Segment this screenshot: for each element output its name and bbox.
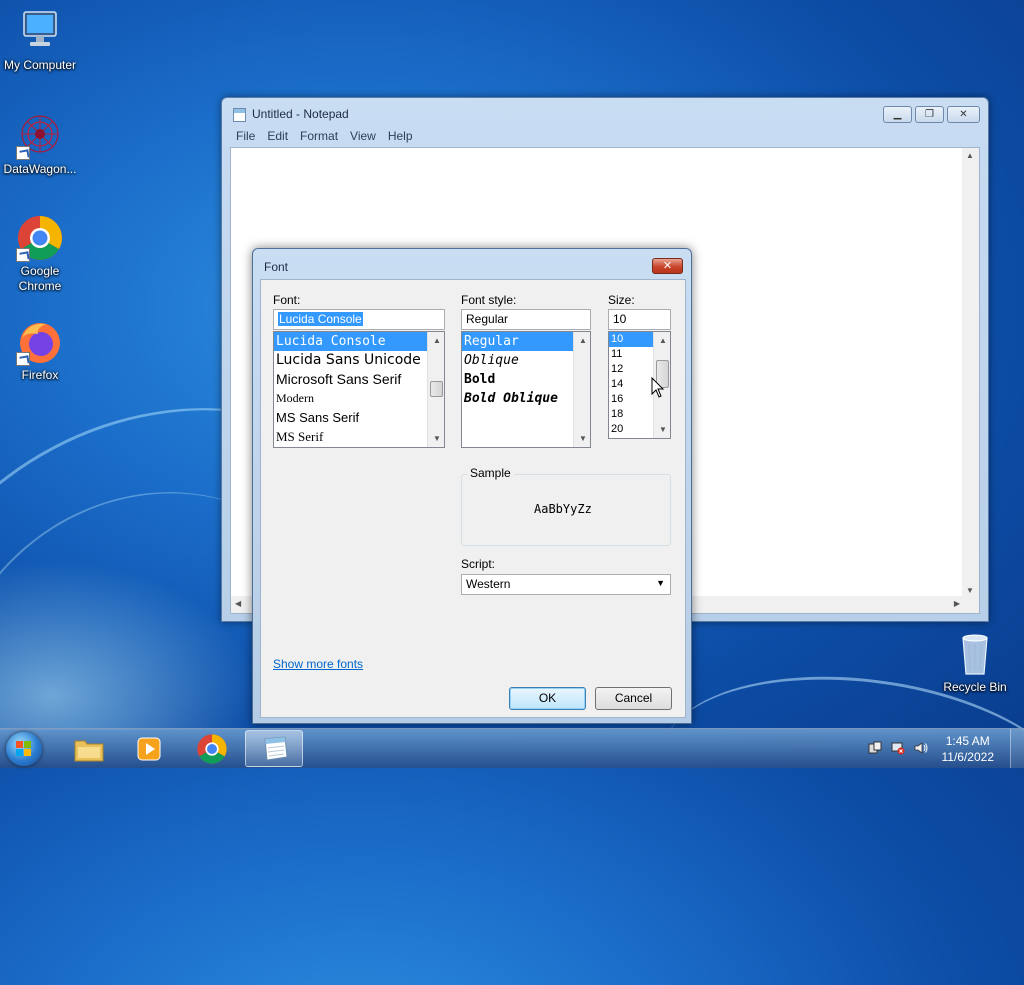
taskbar-chrome[interactable] xyxy=(182,730,240,767)
minimize-button[interactable]: ▁ xyxy=(883,106,912,123)
scroll-down-arrow-icon[interactable]: ▼ xyxy=(659,425,667,434)
font-style-label: Font style: xyxy=(461,293,517,307)
computer-icon xyxy=(16,8,64,56)
shortcut-arrow-icon xyxy=(16,248,30,262)
show-desktop-button[interactable] xyxy=(1010,729,1024,768)
style-list-item[interactable]: Bold xyxy=(462,370,590,389)
font-list-item[interactable]: Lucida Console xyxy=(274,332,444,351)
folder-icon xyxy=(74,740,104,762)
font-list-item[interactable]: MS Serif xyxy=(274,427,444,446)
chevron-down-icon: ▼ xyxy=(656,578,665,588)
scroll-down-arrow-icon[interactable]: ▼ xyxy=(433,434,441,443)
scroll-up-arrow-icon[interactable]: ▲ xyxy=(579,336,587,345)
menu-help[interactable]: Help xyxy=(382,128,419,146)
sample-label: Sample xyxy=(467,466,514,480)
scroll-up-arrow-icon[interactable]: ▲ xyxy=(433,336,441,345)
clock[interactable]: 1:45 AM 11/6/2022 xyxy=(942,733,995,765)
script-value: Western xyxy=(466,577,511,591)
scroll-down-arrow-icon[interactable]: ▼ xyxy=(579,434,587,443)
menu-file[interactable]: File xyxy=(230,128,261,146)
desktop-icon-my-computer[interactable]: My Computer xyxy=(0,8,80,73)
style-list-item[interactable]: Bold Oblique xyxy=(462,389,590,408)
desktop-icon-label: Google Chrome xyxy=(18,264,62,293)
dialog-close-button[interactable]: ✕ xyxy=(652,258,683,274)
font-list-item[interactable]: Microsoft Sans Serif xyxy=(274,370,444,389)
ok-button[interactable]: OK xyxy=(509,687,586,710)
scroll-down-arrow-icon[interactable]: ▼ xyxy=(966,586,974,595)
shortcut-arrow-icon xyxy=(16,146,30,160)
size-list-item[interactable]: 10 xyxy=(609,332,653,347)
chrome-icon xyxy=(197,734,227,764)
font-dialog[interactable]: Font ✕ Font: Lucida Console Lucida Conso… xyxy=(252,248,692,724)
font-name-value: Lucida Console xyxy=(278,312,363,326)
desktop-icon-label: DataWagon... xyxy=(3,162,77,176)
datawagon-icon xyxy=(16,112,64,160)
script-label: Script: xyxy=(461,557,496,571)
desktop-icon-label: My Computer xyxy=(3,58,77,72)
chrome-icon xyxy=(16,214,64,262)
scroll-right-arrow-icon[interactable]: ▶ xyxy=(954,599,960,608)
style-list-scrollbar[interactable]: ▲ ▼ xyxy=(573,332,590,447)
font-list-item[interactable]: MS Sans Serif xyxy=(274,408,444,427)
desktop-icon-google-chrome[interactable]: Google Chrome xyxy=(0,214,80,294)
desktop-icon-datawagon[interactable]: DataWagon... xyxy=(0,112,80,177)
style-list-item[interactable]: Oblique xyxy=(462,351,590,370)
font-style-field[interactable]: Regular xyxy=(461,309,591,330)
media-player-icon xyxy=(137,737,161,761)
font-style-list[interactable]: Regular Oblique Bold Bold Oblique ▲ ▼ xyxy=(461,331,591,448)
style-list-item[interactable]: Regular xyxy=(462,332,590,351)
scroll-up-arrow-icon[interactable]: ▲ xyxy=(966,151,974,160)
menu-view[interactable]: View xyxy=(344,128,382,146)
clock-time: 1:45 AM xyxy=(945,734,990,748)
dialog-body: Font: Lucida Console Lucida Console Luci… xyxy=(260,279,686,718)
menu-bar: File Edit Format View Help xyxy=(230,128,980,146)
shortcut-arrow-icon xyxy=(16,352,30,366)
size-label: Size: xyxy=(608,293,635,307)
sample-preview: AaBbYyZz xyxy=(534,502,592,516)
size-field[interactable]: 10 xyxy=(608,309,671,330)
scrollbar-corner xyxy=(962,596,979,613)
menu-format[interactable]: Format xyxy=(294,128,344,146)
start-button[interactable] xyxy=(6,732,42,766)
cancel-button[interactable]: Cancel xyxy=(595,687,672,710)
vertical-scrollbar[interactable]: ▲ ▼ xyxy=(962,148,979,598)
taskbar-explorer[interactable] xyxy=(60,730,118,767)
notepad-icon xyxy=(233,108,246,122)
font-list-item[interactable]: Lucida Sans Unicode xyxy=(274,351,444,370)
close-button[interactable]: ✕ xyxy=(947,106,980,123)
network-error-icon[interactable] xyxy=(891,741,905,755)
taskbar-notepad[interactable] xyxy=(245,730,303,767)
dialog-title: Font xyxy=(264,260,289,274)
maximize-button[interactable]: ❐ xyxy=(915,106,944,123)
recycle-bin-icon xyxy=(951,630,999,678)
desktop-icon-label: Firefox xyxy=(21,368,59,382)
firefox-icon xyxy=(16,318,64,366)
volume-icon[interactable] xyxy=(914,741,928,755)
menu-edit[interactable]: Edit xyxy=(261,128,294,146)
window-title: Untitled - Notepad xyxy=(252,107,349,121)
taskbar-media-player[interactable] xyxy=(120,730,178,767)
show-more-fonts-link[interactable]: Show more fonts xyxy=(273,657,363,671)
mouse-cursor-icon xyxy=(651,377,665,398)
desktop-icon-label: Recycle Bin xyxy=(943,680,1007,694)
font-name-field[interactable]: Lucida Console xyxy=(273,309,445,330)
windows-logo-icon xyxy=(16,741,32,757)
desktop-icon-recycle-bin[interactable]: Recycle Bin xyxy=(935,630,1015,695)
notepad-icon xyxy=(264,736,288,761)
font-list-item[interactable]: Modern xyxy=(274,389,444,408)
font-label: Font: xyxy=(273,293,301,307)
font-list[interactable]: Lucida Console Lucida Sans Unicode Micro… xyxy=(273,331,445,448)
action-center-icon[interactable] xyxy=(868,741,882,755)
clock-date: 11/6/2022 xyxy=(941,750,995,764)
scroll-left-arrow-icon[interactable]: ◀ xyxy=(235,599,241,608)
desktop-icon-firefox[interactable]: Firefox xyxy=(0,318,80,383)
font-list-scrollbar[interactable]: ▲ ▼ xyxy=(427,332,444,447)
scrollbar-thumb[interactable] xyxy=(430,381,443,397)
script-dropdown[interactable]: Western ▼ xyxy=(461,574,671,595)
scroll-up-arrow-icon[interactable]: ▲ xyxy=(659,336,667,345)
